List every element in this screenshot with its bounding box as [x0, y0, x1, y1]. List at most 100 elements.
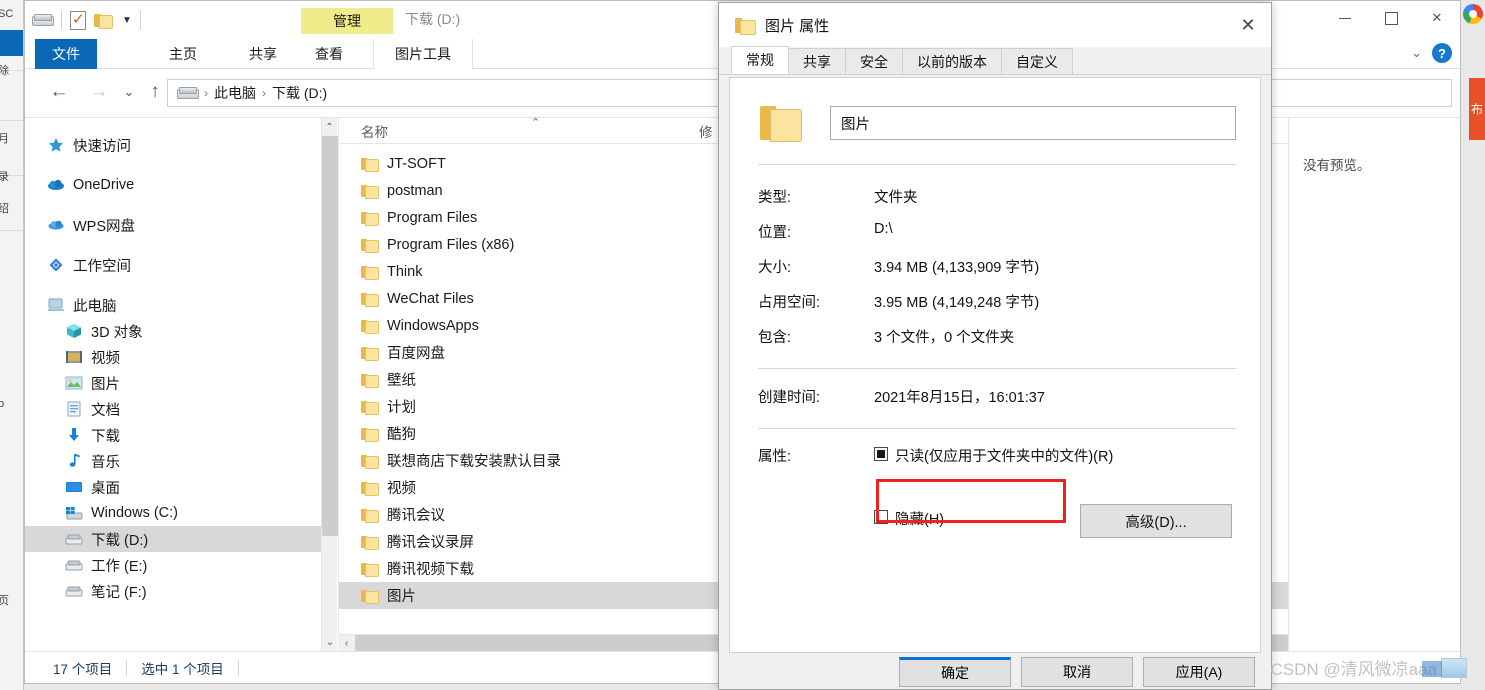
- apply-button[interactable]: 应用(A): [1143, 657, 1255, 687]
- advanced-button[interactable]: 高级(D)...: [1080, 504, 1232, 538]
- cloud-icon: [47, 217, 65, 233]
- ribbon-right-controls: ⌄ ?: [1411, 43, 1452, 63]
- sidebar-item-music[interactable]: 音乐: [25, 448, 321, 474]
- status-divider: [237, 659, 239, 676]
- watermark-text: CSDN @清风微凉aaa: [1270, 660, 1437, 679]
- arrow-up-icon[interactable]: ↑: [143, 81, 167, 103]
- dialog-tab-strip: 常规 共享 安全 以前的版本 自定义: [719, 46, 1271, 75]
- breadcrumb-separator: ›: [262, 86, 266, 100]
- folder-icon: [361, 454, 379, 469]
- tab-share[interactable]: 共享: [235, 39, 291, 69]
- file-name: 联想商店下载安装默认目录: [387, 454, 561, 470]
- tab-file[interactable]: 文件: [35, 39, 97, 69]
- folder-icon: [361, 346, 379, 361]
- file-name: 壁纸: [387, 373, 416, 389]
- sidebar-item-quick-access[interactable]: 快速访问: [25, 132, 321, 158]
- file-name: 腾讯会议: [387, 508, 445, 524]
- property-value: 文件夹: [874, 190, 918, 206]
- drive-icon[interactable]: [31, 13, 54, 27]
- attributes-section: 属性: 只读(仅应用于文件夹中的文件)(R) 隐藏(H) 高级(D)...: [754, 445, 1236, 538]
- sidebar-item-label: 桌面: [91, 480, 120, 497]
- close-icon[interactable]: ✕: [1225, 3, 1271, 47]
- sidebar-item-wps-cloud[interactable]: WPS网盘: [25, 212, 321, 238]
- file-name: JT-SOFT: [387, 155, 446, 172]
- ok-button[interactable]: 确定: [899, 657, 1011, 687]
- side-panel-tab[interactable]: 布: [1469, 78, 1485, 140]
- background-window[interactable]: SC 除 月 录 绍 b 页: [0, 0, 24, 690]
- chevron-down-icon[interactable]: ⌄: [117, 84, 141, 100]
- tab-customize[interactable]: 自定义: [1001, 48, 1073, 74]
- column-header-name[interactable]: 名称: [339, 121, 699, 141]
- file-name: 腾讯视频下载: [387, 562, 474, 578]
- sidebar-item-windows-c[interactable]: Windows (C:): [25, 500, 321, 526]
- chrome-icon[interactable]: [1463, 4, 1483, 24]
- breadcrumb-item-0[interactable]: 此电脑: [214, 83, 256, 103]
- sidebar-item-label: 此电脑: [73, 298, 117, 315]
- sidebar-item-label: 下载 (D:): [91, 532, 149, 549]
- chevron-down-icon[interactable]: ▼: [122, 15, 132, 26]
- sidebar-item-notes-f[interactable]: 笔记 (F:): [25, 578, 321, 604]
- tab-general[interactable]: 常规: [731, 46, 789, 74]
- property-row-size-on-disk: 占用空间: 3.95 MB (4,149,248 字节): [754, 284, 1236, 319]
- quick-access-toolbar[interactable]: ▼: [31, 7, 149, 33]
- new-folder-icon[interactable]: [94, 13, 113, 29]
- navigation-scrollbar[interactable]: ⌃ ⌄: [321, 118, 338, 651]
- divider: [758, 368, 1236, 369]
- tab-previous-versions[interactable]: 以前的版本: [902, 48, 1002, 74]
- chevron-down-icon[interactable]: ⌄: [1411, 45, 1422, 61]
- close-icon[interactable]: ✕: [1414, 1, 1460, 35]
- properties-icon[interactable]: [70, 10, 86, 30]
- tab-security[interactable]: 安全: [845, 48, 903, 74]
- sidebar-item-desktop[interactable]: 桌面: [25, 474, 321, 500]
- sidebar-item-label: 下载: [91, 428, 120, 445]
- file-name: postman: [387, 182, 443, 199]
- preview-message: 没有预览。: [1303, 158, 1371, 173]
- screen: SC 除 月 录 绍 b 页 ▼ 管理 下载 (D:) ✕: [0, 0, 1485, 690]
- help-icon[interactable]: ?: [1432, 43, 1452, 63]
- file-name: 百度网盘: [387, 346, 445, 362]
- file-name: 计划: [387, 400, 416, 416]
- folder-name-input[interactable]: 图片: [830, 106, 1236, 140]
- property-label: 大小:: [758, 260, 792, 276]
- minimize-icon[interactable]: [1322, 1, 1368, 35]
- folder-icon: [361, 508, 379, 523]
- sidebar-item-videos[interactable]: 视频: [25, 344, 321, 370]
- preview-pane: 没有预览。: [1288, 118, 1460, 651]
- sidebar-item-documents[interactable]: 文档: [25, 396, 321, 422]
- readonly-checkbox[interactable]: [874, 447, 888, 461]
- contextual-tab-manage[interactable]: 管理: [301, 8, 393, 34]
- sidebar-item-onedrive[interactable]: OneDrive: [25, 172, 321, 198]
- folder-icon: [361, 157, 379, 172]
- scrollbar-thumb[interactable]: [322, 136, 338, 536]
- drive-icon: [176, 86, 199, 100]
- tab-home[interactable]: 主页: [155, 39, 211, 69]
- property-row-location: 位置: D:\: [754, 214, 1236, 249]
- cancel-button[interactable]: 取消: [1021, 657, 1133, 687]
- tab-picture-tools[interactable]: 图片工具: [373, 39, 473, 69]
- folder-icon: [361, 481, 379, 496]
- property-label: 创建时间:: [758, 390, 821, 406]
- file-name: Program Files (x86): [387, 236, 515, 253]
- breadcrumb-item-1[interactable]: 下载 (D:): [272, 83, 327, 103]
- chevron-left-icon[interactable]: ‹: [338, 638, 355, 649]
- arrow-right-icon[interactable]: →: [87, 81, 111, 103]
- navigation-pane: 快速访问 OneDrive WPS网盘 工作空间 此电脑 3D 对象 视频 图片…: [25, 118, 321, 651]
- document-icon: [65, 401, 83, 417]
- sidebar-item-3d-objects[interactable]: 3D 对象: [25, 318, 321, 344]
- chevron-down-icon[interactable]: ⌄: [322, 633, 338, 651]
- chevron-up-icon[interactable]: ⌃: [322, 118, 337, 136]
- sidebar-item-work-e[interactable]: 工作 (E:): [25, 552, 321, 578]
- arrow-left-icon[interactable]: ←: [47, 81, 71, 103]
- sidebar-item-downloads[interactable]: 下载: [25, 422, 321, 448]
- sidebar-item-workspace[interactable]: 工作空间: [25, 252, 321, 278]
- tab-sharing[interactable]: 共享: [788, 48, 846, 74]
- folder-icon: [361, 589, 379, 604]
- sidebar-item-download-d[interactable]: 下载 (D:): [25, 526, 321, 552]
- tab-view[interactable]: 查看: [301, 39, 357, 69]
- sidebar-item-this-pc[interactable]: 此电脑: [25, 292, 321, 318]
- sidebar-item-pictures[interactable]: 图片: [25, 370, 321, 396]
- maximize-icon[interactable]: [1368, 1, 1414, 35]
- folder-icon: [361, 319, 379, 334]
- status-item-count: 17 个项目: [53, 661, 113, 677]
- chevron-up-icon: ⌃: [531, 118, 541, 129]
